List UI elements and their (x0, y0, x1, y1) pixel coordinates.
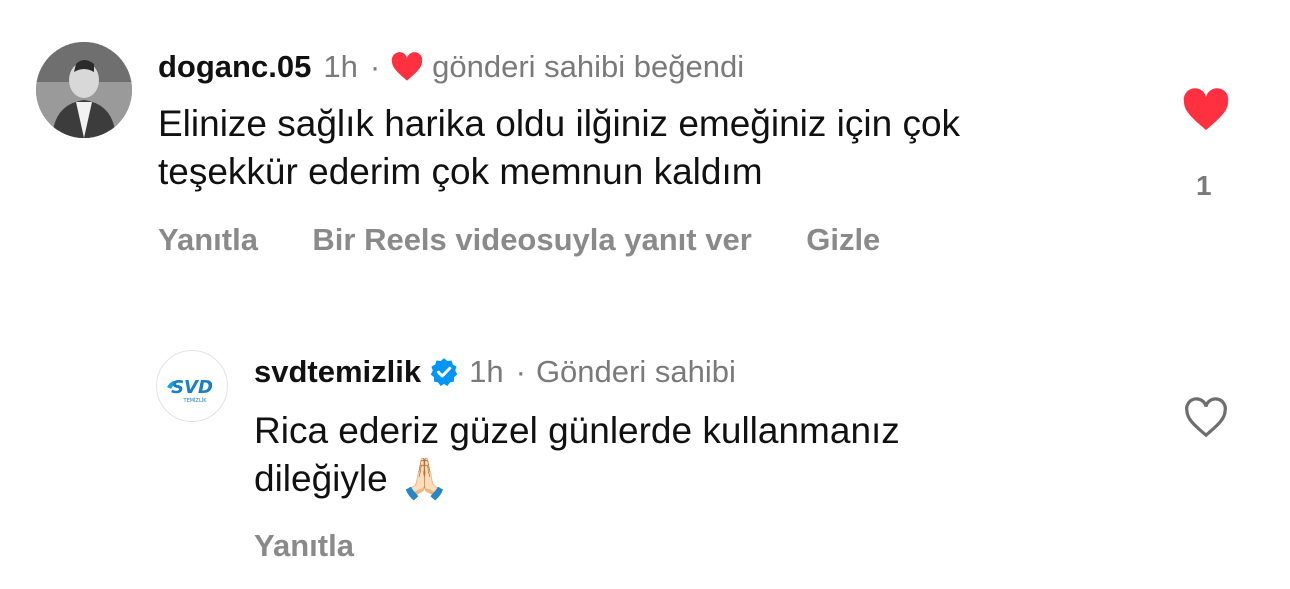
praying-hands-emoji: 🙏🏻 (399, 457, 450, 501)
comment-time: 1h (469, 354, 504, 389)
username[interactable]: doganc.05 (158, 49, 311, 85)
reply-header: svdtemizlik 1h · Gönderi sahibi (254, 352, 736, 392)
owner-label: Gönderi sahibi (535, 354, 736, 389)
heart-filled-icon (1183, 88, 1229, 130)
owner-liked-label: gönderi sahibi beğendi (432, 49, 745, 84)
verified-badge-icon (429, 357, 459, 387)
reels-reply-button[interactable]: Bir Reels videosuyla yanıt ver (312, 222, 751, 257)
reply-line-2-text: dileğiyle (254, 458, 388, 499)
reply-button[interactable]: Yanıtla (254, 528, 354, 563)
comment-text: Elinize sağlık harika oldu ilğiniz emeği… (158, 100, 1118, 196)
logo-subtext: TEMİZLİK (183, 397, 208, 404)
avatar-svdtemizlik[interactable]: SVD TEMİZLİK (156, 350, 228, 422)
svd-logo: SVD TEMİZLİK (167, 377, 213, 404)
comment-time: 1h (323, 49, 358, 84)
separator: · (515, 354, 526, 389)
heart-icon (390, 52, 424, 82)
heart-outline-icon (1185, 397, 1227, 438)
hide-button[interactable]: Gizle (806, 222, 880, 257)
profile-photo (36, 42, 132, 138)
like-count: 1 (1196, 170, 1212, 201)
comment-line-2: teşekkür ederim çok memnun kaldım (158, 151, 763, 192)
logo-text: SVD (171, 377, 213, 398)
reply-line-2: dileğiyle 🙏🏻 (254, 455, 1134, 503)
comment-actions: Yanıtla Bir Reels videosuyla yanıt ver G… (158, 222, 880, 258)
reply-button[interactable]: Yanıtla (158, 222, 258, 257)
reply-actions: Yanıtla (254, 528, 354, 564)
comment-line-1: Elinize sağlık harika oldu ilğiniz emeği… (158, 103, 961, 144)
username[interactable]: svdtemizlik (254, 354, 421, 390)
comment-header: doganc.05 1h · gönderi sahibi beğendi (158, 47, 744, 87)
reply-text: Rica ederiz güzel günlerde kullanmanız d… (254, 407, 1134, 503)
reply-line-1: Rica ederiz güzel günlerde kullanmanız (254, 410, 900, 451)
separator: · (369, 49, 381, 84)
avatar-doganc[interactable] (36, 42, 132, 138)
like-button[interactable] (1182, 88, 1230, 137)
like-button[interactable] (1183, 397, 1229, 444)
